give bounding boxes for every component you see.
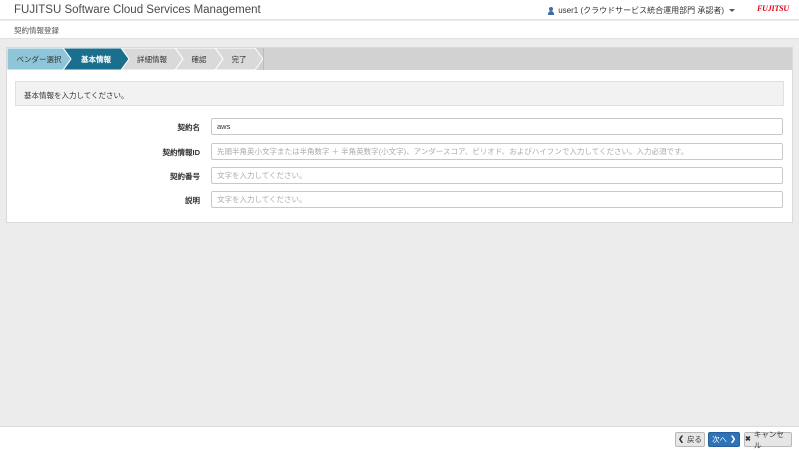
user-menu[interactable]: user1 (クラウドサービス統合運用部門 承認者) <box>547 5 735 16</box>
contract-name-input[interactable] <box>211 118 783 135</box>
close-icon: ✖ <box>745 436 751 443</box>
form-row-contract-info-id: 契約情報ID <box>7 143 792 160</box>
app-title: FUJITSU Software Cloud Services Manageme… <box>14 4 261 16</box>
info-message: 基本情報を入力してください。 <box>24 91 129 100</box>
fujitsu-logo: FUJITSU <box>757 4 789 13</box>
next-button[interactable]: 次へ ❯ <box>708 432 740 447</box>
contract-number-label: 契約番号 <box>170 172 200 181</box>
contract-number-input[interactable] <box>211 167 783 184</box>
contract-info-id-input[interactable] <box>211 143 783 160</box>
breadcrumb-bar: 契約情報登録 <box>0 21 799 39</box>
step-bar-filler <box>263 48 792 70</box>
chevron-right-icon: ❯ <box>730 436 736 443</box>
user-name: user1 (クラウドサービス統合運用部門 承認者) <box>558 6 724 15</box>
step-vendor-select: ベンダー選択 <box>7 48 71 70</box>
chevron-left-icon: ❮ <box>678 436 684 443</box>
step-basic-info: 基本情報 <box>63 48 129 70</box>
contract-name-label: 契約名 <box>177 123 201 132</box>
back-button[interactable]: ❮ 戻る <box>675 432 705 447</box>
caret-down-icon <box>729 9 735 12</box>
step-details: 詳細情報 <box>121 48 183 70</box>
form-row-description: 説明 <box>7 191 792 208</box>
back-button-label: 戻る <box>686 435 702 444</box>
next-button-label: 次へ <box>712 435 728 444</box>
description-label: 説明 <box>185 196 200 205</box>
form-row-contract-number: 契約番号 <box>7 167 792 184</box>
wizard-panel: 完了 確認 詳細情報 基本情報 ベンダー選択 基本情報を入力してください。 契約… <box>6 47 793 223</box>
description-input[interactable] <box>211 191 783 208</box>
form-row-contract-name: 契約名 <box>7 118 792 135</box>
wizard-steps: 完了 確認 詳細情報 基本情報 ベンダー選択 <box>7 48 792 70</box>
breadcrumb: 契約情報登録 <box>14 26 59 35</box>
top-header: FUJITSU Software Cloud Services Manageme… <box>0 0 799 20</box>
cancel-button-label: キャンセル <box>753 429 784 450</box>
user-icon <box>547 6 555 15</box>
info-message-box: 基本情報を入力してください。 <box>15 81 784 106</box>
cancel-button[interactable]: ✖ キャンセル <box>744 429 792 450</box>
footer-bar: ❮ 戻る 次へ ❯ ✖ キャンセル <box>0 426 799 450</box>
contract-info-id-label: 契約情報ID <box>162 148 201 157</box>
